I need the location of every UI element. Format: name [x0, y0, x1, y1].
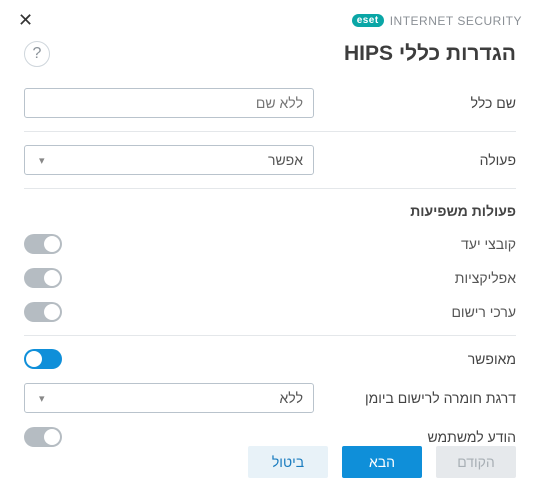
close-icon[interactable]: ✕: [18, 10, 33, 31]
label-registry-values: ערכי רישום: [376, 304, 516, 320]
label-enabled: מאופשר: [376, 351, 516, 367]
brand: eset INTERNET SECURITY: [352, 14, 522, 28]
label-target-files: קובצי יעד: [376, 236, 516, 252]
action-select-value: אפשר: [45, 152, 303, 168]
rule-name-input[interactable]: [24, 88, 314, 118]
help-icon[interactable]: ?: [24, 41, 50, 67]
brand-product: INTERNET SECURITY: [390, 14, 522, 28]
divider: [24, 335, 516, 336]
toggle-registry-values[interactable]: [24, 302, 62, 322]
label-action: פעולה: [376, 152, 516, 168]
next-button[interactable]: הבא: [342, 446, 422, 478]
page-title: הגדרות כללי HIPS: [344, 42, 516, 66]
log-severity-select-value: ללא: [45, 390, 303, 406]
divider: [24, 188, 516, 189]
brand-badge: eset: [352, 14, 384, 27]
label-log-severity: דרגת חומרה לרישום ביומן: [365, 390, 516, 406]
section-affecting-ops: פעולות משפיעות: [24, 195, 516, 227]
label-rule-name: שם כלל: [376, 95, 516, 111]
label-applications: אפליקציות: [376, 270, 516, 286]
log-severity-select[interactable]: ▾ ללא: [24, 383, 314, 413]
action-select[interactable]: ▾ אפשר: [24, 145, 314, 175]
divider: [24, 131, 516, 132]
prev-button: הקודם: [436, 446, 516, 478]
toggle-enabled[interactable]: [24, 349, 62, 369]
toggle-target-files[interactable]: [24, 234, 62, 254]
cancel-button[interactable]: ביטול: [248, 446, 328, 478]
toggle-applications[interactable]: [24, 268, 62, 288]
footer: הקודם הבא ביטול: [0, 432, 540, 500]
